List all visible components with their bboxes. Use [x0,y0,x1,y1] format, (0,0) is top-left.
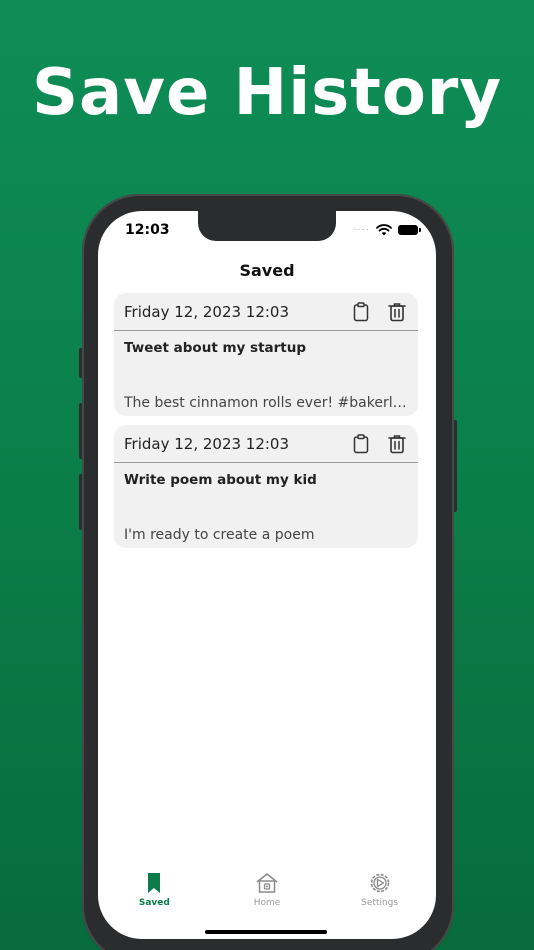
saved-card[interactable]: Friday 12, 2023 12:03 [114,425,418,548]
card-header: Friday 12, 2023 12:03 [114,425,418,463]
card-date: Friday 12, 2023 12:03 [124,434,290,453]
card-body: I'm ready to create a poem [124,527,315,543]
card-body: The best cinnamon rolls ever! #bakerlife… [124,395,408,411]
clipboard-icon[interactable] [350,433,372,455]
home-indicator [205,930,327,934]
phone-screen: 12:03 ···· Saved Friday 12, 2023 12:03 T… [98,211,436,939]
trash-icon[interactable] [386,301,408,323]
saved-card[interactable]: Friday 12, 2023 12:03 [114,293,418,416]
tab-label: Home [253,898,281,908]
card-date: Friday 12, 2023 12:03 [124,302,290,321]
home-icon [256,873,278,893]
bookmark-icon [148,873,161,893]
wifi-icon [376,224,392,236]
tab-settings[interactable]: Settings [335,871,425,908]
tab-bar: Saved Home Settings [98,871,436,921]
tab-label: Settings [361,898,399,908]
battery-icon [398,225,421,235]
tab-home[interactable]: Home [222,871,312,908]
promo-headline: Save History [31,56,503,130]
notch [198,211,336,241]
card-title: Write poem about my kid [124,472,317,488]
card-actions [350,301,408,323]
trash-icon[interactable] [386,433,408,455]
status-icons: ···· [353,224,421,236]
page-title: Saved [239,261,295,280]
card-title: Tweet about my startup [124,340,307,356]
tab-saved[interactable]: Saved [109,871,199,908]
tab-label: Saved [138,898,170,908]
status-time: 12:03 [125,222,170,238]
settings-icon [370,873,389,893]
card-header: Friday 12, 2023 12:03 [114,293,418,331]
signal-icon: ···· [353,224,370,236]
clipboard-icon[interactable] [350,301,372,323]
card-actions [350,433,408,455]
